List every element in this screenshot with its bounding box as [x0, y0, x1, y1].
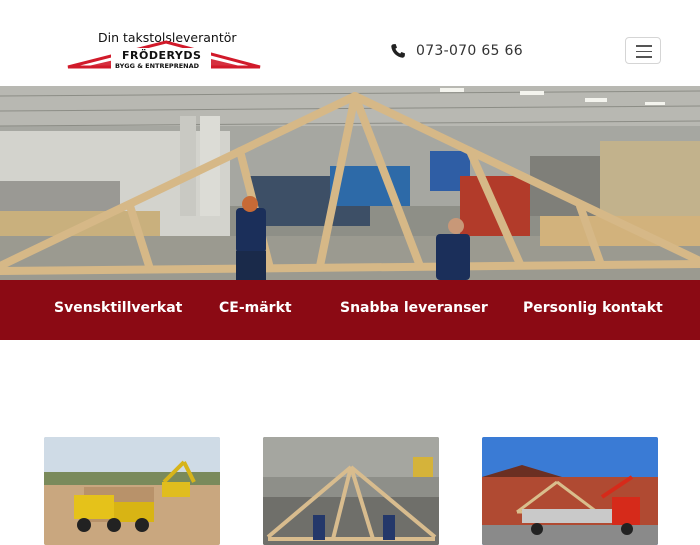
site-header: Din takstolsleverantör FRÖDERYDS BYGG & …	[0, 0, 700, 86]
logo-subtitle: BYGG & ENTREPRENAD	[115, 62, 200, 70]
truss-factory-photo	[0, 86, 700, 280]
company-logo[interactable]: Din takstolsleverantör FRÖDERYDS BYGG & …	[66, 28, 262, 74]
excavator-photo	[44, 437, 220, 545]
phone-icon	[391, 44, 405, 58]
phone-number[interactable]: 073-070 65 66	[416, 43, 523, 59]
hamburger-icon	[636, 45, 652, 47]
feature-ce-marked: CE-märkt	[219, 300, 292, 316]
feature-fast-delivery: Snabba leveranser	[340, 300, 488, 316]
menu-toggle-button[interactable]	[625, 37, 661, 64]
feature-made-in-sweden: Svensktillverkat	[54, 300, 183, 316]
card-image-delivery-truck[interactable]	[482, 437, 658, 545]
card-image-truss-lift[interactable]	[263, 437, 439, 545]
phone-contact[interactable]: 073-070 65 66	[390, 41, 523, 61]
card-image-excavation[interactable]	[44, 437, 220, 545]
hamburger-line	[636, 50, 652, 52]
delivery-truck-photo	[482, 437, 658, 545]
hero-image	[0, 86, 700, 280]
hamburger-line	[636, 56, 652, 58]
truss-lift-photo	[263, 437, 439, 545]
logo-name: FRÖDERYDS	[122, 49, 202, 62]
feature-personal-contact: Personlig kontakt	[523, 300, 663, 316]
feature-bar: Svensktillverkat CE-märkt Snabba leveran…	[0, 280, 700, 340]
